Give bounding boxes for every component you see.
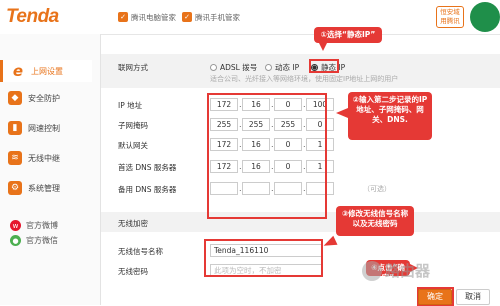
dns-primary-label: 首选 DNS 服务器 xyxy=(118,163,177,172)
site-corner-logo xyxy=(470,2,500,32)
sidebar-item-label: 安全防护 xyxy=(28,93,60,103)
sidebar-item-relay[interactable]: ≋ 无线中继 xyxy=(8,147,100,169)
sidebar-item-label: 上网设置 xyxy=(31,66,63,76)
app-badge-line1: 恒安域 xyxy=(440,8,460,16)
highlight-static-ip xyxy=(309,59,339,73)
radio-dot xyxy=(210,64,217,71)
watermark-text: 路由器 xyxy=(385,262,431,280)
ok-button[interactable]: 确定 xyxy=(418,289,452,305)
connection-hint: 适合公司、光纤接入等网络环境，使用固定IP地址上网的用户 xyxy=(210,75,399,83)
sidebar-item-system[interactable]: ⚙ 系统管理 xyxy=(8,177,100,199)
weibo-icon: w xyxy=(10,220,21,231)
highlight-wireless-fields xyxy=(204,239,323,277)
mobile-manager-link[interactable]: ✓ 腾讯手机管家 xyxy=(182,11,240,23)
callout-step3: ③修改无线信号名称以及无线密码 xyxy=(336,206,414,236)
speed-icon: ▮ xyxy=(8,121,22,135)
wechat-label: 官方微信 xyxy=(26,236,58,245)
callout-step1: ①选择“静态IP” xyxy=(314,27,382,43)
highlight-ip-fields xyxy=(207,93,327,219)
pc-manager-icon: ✓ xyxy=(118,12,128,22)
wechat-icon: ● xyxy=(10,235,21,246)
gateway-label: 默认网关 xyxy=(118,141,148,150)
radio-dot xyxy=(265,64,272,71)
wireless-relay-icon: ≋ xyxy=(8,151,22,165)
pc-manager-label: 腾讯电脑管家 xyxy=(131,12,176,22)
sidebar-item-internet[interactable]: e 上网设置 xyxy=(0,60,92,82)
sidebar-item-speed[interactable]: ▮ 网速控制 xyxy=(8,117,100,139)
radio-dynamic-ip[interactable]: 动态 IP xyxy=(265,62,299,73)
radio-adsl-label: ADSL 拨号 xyxy=(220,63,258,72)
ssid-label: 无线信号名称 xyxy=(118,247,163,256)
weibo-link[interactable]: w 官方微博 xyxy=(10,220,58,231)
app-badge[interactable]: 恒安域 用腾讯 xyxy=(436,6,464,28)
sidebar-item-label: 网速控制 xyxy=(28,123,60,133)
cancel-button[interactable]: 取消 xyxy=(456,289,490,305)
radio-adsl[interactable]: ADSL 拨号 xyxy=(210,62,257,73)
watermark-logo-icon xyxy=(362,260,382,281)
sidebar-item-security[interactable]: ◆ 安全防护 xyxy=(8,87,100,109)
top-header: Tenda ✓ 腾讯电脑管家 ✓ 腾讯手机管家 恒安域 用腾讯 xyxy=(0,0,500,35)
mobile-manager-icon: ✓ xyxy=(182,12,192,22)
app-badge-line2: 用腾讯 xyxy=(440,17,460,25)
gear-icon: ⚙ xyxy=(8,181,22,195)
radio-dynamic-label: 动态 IP xyxy=(275,63,300,72)
weibo-label: 官方微博 xyxy=(26,221,58,230)
wireless-section-title: 无线加密 xyxy=(118,219,148,228)
callout-step2: ②输入第二步记录的IP地址、子网掩码、网关、DNS. xyxy=(348,92,432,140)
connection-type-label: 联网方式 xyxy=(118,63,148,72)
callout-step2-arrow xyxy=(336,108,348,118)
dns-secondary-label: 备用 DNS 服务器 xyxy=(118,185,177,194)
mobile-manager-label: 腾讯手机管家 xyxy=(195,12,240,22)
tenda-logo: Tenda xyxy=(6,6,59,27)
wifi-password-label: 无线密码 xyxy=(118,267,148,276)
sidebar: e 上网设置 ◆ 安全防护 ▮ 网速控制 ≋ 无线中继 ⚙ 系统管理 w 官方微… xyxy=(0,34,101,305)
pc-manager-link[interactable]: ✓ 腾讯电脑管家 xyxy=(118,11,176,23)
watermark: 路由器 xyxy=(362,260,430,281)
optional-hint: （可选） xyxy=(363,185,391,193)
callout-step1-arrow xyxy=(319,43,327,51)
internet-e-icon: e xyxy=(12,62,24,80)
ip-address-label: IP 地址 xyxy=(118,101,143,110)
shield-icon: ◆ xyxy=(8,91,22,105)
sidebar-item-label: 系统管理 xyxy=(28,183,60,193)
subnet-mask-label: 子网掩码 xyxy=(118,121,148,130)
wechat-link[interactable]: ● 官方微信 xyxy=(10,235,58,246)
sidebar-item-label: 无线中继 xyxy=(28,153,60,163)
